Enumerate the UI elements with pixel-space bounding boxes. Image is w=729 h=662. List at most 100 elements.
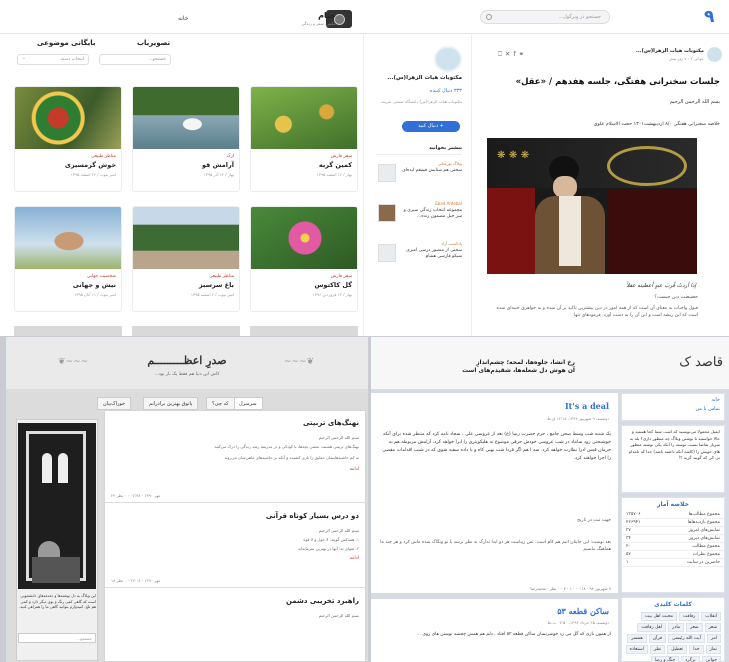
card-category[interactable]: سفر فارس <box>331 274 352 279</box>
sidebar-search-input[interactable]: جستجو... <box>18 633 96 643</box>
post-title[interactable]: ساکن قطعه ۵۳ <box>487 606 609 616</box>
card-title[interactable]: نیش و جهانی <box>73 281 116 289</box>
stat-row: نمایش‌های امروز ۳۷ <box>622 527 724 535</box>
card-title[interactable]: گل کاکتوس <box>314 281 352 289</box>
tag-item[interactable]: محبت اهل بیت <box>641 612 678 621</box>
tab-what[interactable]: که چی؟ <box>206 397 235 410</box>
blog-logo[interactable]: قاصد ک <box>643 355 723 370</box>
card-title[interactable]: کمین گربه <box>319 161 352 169</box>
search-filter-input[interactable]: جستجو... <box>99 54 171 65</box>
read-more-link[interactable]: ادامه <box>350 556 359 561</box>
card-category[interactable]: شخصیت جهانی <box>87 274 116 279</box>
post-line: نهنگ‌های تربیتی هستند، بعضی بچه‌ها، با ک… <box>214 444 359 449</box>
home-link[interactable]: خانه <box>178 15 188 22</box>
avatar[interactable] <box>434 46 462 72</box>
tag-item[interactable]: قرآن <box>648 634 666 643</box>
tag-item[interactable]: مادر <box>668 623 685 632</box>
search-icon <box>486 14 492 20</box>
card-category[interactable]: مناظر طبیعی <box>91 154 116 159</box>
recent-text[interactable]: سخنی هم ستایش قشقم ایده‌ای <box>400 168 462 174</box>
share-toolbar: ⎕✕f⚭ <box>498 50 546 60</box>
chevron-down-icon: ⌄ <box>22 56 26 61</box>
card-category[interactable]: سفر فارس <box>331 154 352 159</box>
blog-subtitle: کاش این دنیا هم فقط یک بار بود... <box>154 372 220 377</box>
virgool-logo[interactable]: ٩ <box>704 8 720 26</box>
stat-label: حاضرین در سایت <box>687 560 720 565</box>
tag-item[interactable]: رفاقت <box>679 612 700 621</box>
card-title[interactable]: باغ سرسبز <box>199 281 234 289</box>
post-body: از همون بازی که گل می زد خوشرنشان ساکن ق… <box>416 632 611 637</box>
virgool-screenshot: جستجو در ویرگول... ٩ جنام عکس، سفر و زند… <box>0 0 729 336</box>
follower-count[interactable]: ۳۳۳ دنبال کننده <box>376 88 462 94</box>
card-image-swan <box>133 87 239 149</box>
tag-item[interactable]: همسر <box>627 634 647 643</box>
gallery-card[interactable]: سفر فارس کمین گربه بهار / ۱۲ اسفند ۱۳۹۵ <box>250 86 358 192</box>
bookmark-icon[interactable]: ⎕ <box>498 50 505 58</box>
post-title[interactable]: نهنگ‌های تربیتی <box>303 419 359 427</box>
recent-item[interactable]: Ebad Ardebal مجموعه انتخاب زندگی سیری و … <box>374 200 468 238</box>
menu-item-contact[interactable]: تماس با من <box>626 406 721 412</box>
post-title[interactable]: دو درس بسیار کوتاه قرآنی <box>266 512 359 520</box>
stat-value: ۲۶۶۹۴۱ <box>626 520 641 525</box>
tab-feed[interactable]: خوراک‌بیان <box>97 397 132 410</box>
tag-item[interactable]: نظر <box>649 645 666 654</box>
card-image-cactus-flower <box>251 207 357 269</box>
recent-item[interactable]: پادکست آزاد سخنی از منصور درسی امیری شیک… <box>374 240 468 278</box>
author-avatar[interactable] <box>707 47 722 62</box>
tag-item[interactable]: جوانی <box>701 656 721 662</box>
blog-title[interactable]: صدرِ اعظـــــــــم <box>6 354 368 367</box>
posts-column: نهنگ‌های تربیتی بسم الله الرحمن الرحیم ن… <box>104 410 367 662</box>
post-title[interactable]: راهبرد تخریبی دشمن <box>286 597 359 605</box>
recent-text[interactable]: مجموعه انتخاب زندگی سیری و سر خیل مضمون … <box>400 208 462 220</box>
article-author[interactable]: مکتوبات هیات الزهرا(س)... <box>610 48 704 54</box>
tab-image-finder[interactable]: تصویریاب <box>137 39 170 47</box>
card-category[interactable]: مناظر طبیعی <box>209 274 234 279</box>
profile-name[interactable]: مکتوبات هیات الزهرا(س)... <box>376 75 462 81</box>
gallery-card[interactable]: ارک آرامش قو بهار / ۱۲ آذر ۱۳۹۵ <box>132 86 240 192</box>
recent-author[interactable]: پادکست آزاد <box>441 241 462 246</box>
search-placeholder: جستجو در ویرگول... <box>558 14 601 20</box>
tag-item[interactable]: شعر <box>686 623 703 632</box>
stat-label: مجموع مطالب‌ها <box>688 512 720 517</box>
menu-item-home[interactable]: خانه <box>626 397 720 403</box>
tag-item[interactable]: امر <box>706 634 721 643</box>
tag-item[interactable]: آیت الله رئیسی <box>667 634 705 643</box>
tag-item[interactable]: جنگ و رضا <box>650 656 680 662</box>
gallery-card[interactable]: شخصیت جهانی نیش و جهانی امیر بیوت / ۱۱ آ… <box>14 206 122 312</box>
follow-button[interactable]: دنبال کنید + <box>402 121 460 132</box>
gallery-card[interactable]: سفر فارس گل کاکتوس بهار / ۱۲ فروردین ۱۳۹… <box>250 206 358 312</box>
tag-item[interactable]: برگرد <box>681 656 700 662</box>
stat-row: نمایش‌های دیروز ۳۴ <box>622 535 724 543</box>
read-more-link[interactable]: ادامه <box>350 467 359 472</box>
recent-author[interactable]: Ebad Ardebal <box>435 201 462 206</box>
tag-item[interactable]: اهل رفاقت <box>637 623 667 632</box>
tag-item[interactable]: تعطیل <box>667 645 688 654</box>
tab-friends[interactable]: پاتوق بهترین برادرانم <box>143 397 199 410</box>
post-title[interactable]: It's a deal <box>487 401 609 411</box>
tab-archive[interactable]: بایگانی موضوعی <box>37 39 95 47</box>
recent-item[interactable]: وبلاگ پورمتانی سخنی هم ستایش قشقم ایده‌ا… <box>374 160 468 198</box>
card-image-man <box>15 207 121 269</box>
link-icon[interactable]: ⚭ <box>519 50 527 58</box>
post-body: بعد نوشت: این جایتان انیم هم کام است: تس… <box>380 540 611 552</box>
stat-label: مجموع نظرات <box>692 552 720 557</box>
card-title[interactable]: خوش گرمسیری <box>65 161 116 169</box>
category-select[interactable]: ⌄ انتخاب دسته <box>17 54 89 65</box>
tab-home[interactable]: سرمنزل <box>233 397 263 410</box>
brand-title[interactable]: جنام <box>296 11 336 20</box>
tag-item[interactable]: نماز <box>705 645 721 654</box>
card-category[interactable]: ارک <box>227 154 234 159</box>
search-input[interactable]: جستجو در ویرگول... <box>480 10 610 24</box>
article-date: جوانی ۷ · ۷ روز پیش <box>668 56 704 61</box>
gallery-card[interactable]: مناظر طبیعی خوش گرمسیری امیر بیوت / ۲۲ ا… <box>14 86 122 192</box>
tag-item[interactable]: انقلاب <box>701 612 721 621</box>
recent-text[interactable]: سخنی از منصور درسی امیری شیکو فارسی هشام <box>400 248 462 260</box>
top-bar <box>0 0 729 34</box>
card-title[interactable]: آرامش قو <box>202 161 234 169</box>
tag-item[interactable]: شعر <box>704 623 721 632</box>
recent-author[interactable]: وبلاگ پورمتانی <box>438 161 462 166</box>
gallery-card[interactable]: مناظر طبیعی باغ سرسبز امیر بیوت / ۲ اسفن… <box>132 206 240 312</box>
tag-item[interactable]: خدا <box>689 645 704 654</box>
tag-item[interactable]: استعاذه <box>625 645 648 654</box>
stat-label: نمایش‌های امروز <box>688 528 720 533</box>
